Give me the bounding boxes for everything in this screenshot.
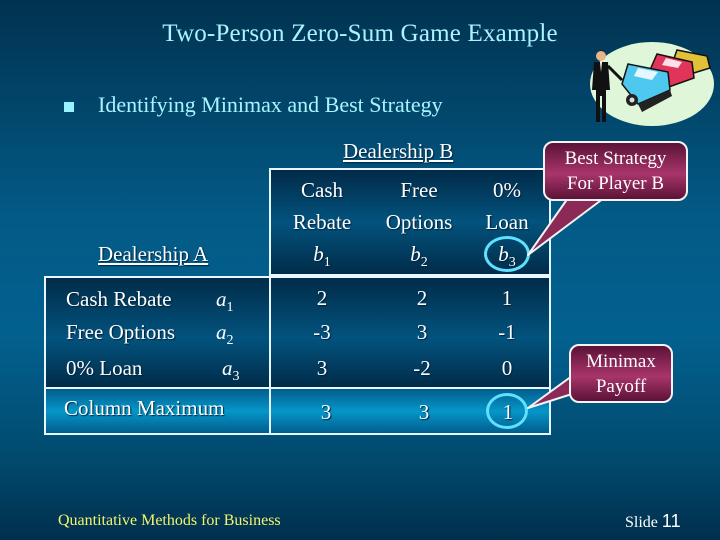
payoff-cell: 3 <box>416 320 428 344</box>
column-max-cell: 3 <box>320 400 332 424</box>
car-dealer-salesman-icon <box>590 42 714 126</box>
column-header-line1: 0% <box>493 178 521 202</box>
column-max-cell: 3 <box>418 400 430 424</box>
minimax-highlight-ring <box>486 393 528 429</box>
payoff-cell: -2 <box>413 356 431 380</box>
row-label-a1: Cash Rebate <box>66 287 172 311</box>
payoff-cell: -3 <box>313 320 331 344</box>
callout-line: Payoff <box>595 375 647 397</box>
column-header-b2: Free Options b2 <box>374 174 464 279</box>
column-max-label: Column Maximum <box>64 396 225 420</box>
callout-line: Best Strategy <box>564 148 667 169</box>
payoff-cell: 2 <box>416 286 428 310</box>
column-header-b1: Cash Rebate b1 <box>277 174 367 279</box>
row-symbol-a3: a3 <box>222 356 240 385</box>
payoff-cell: 3 <box>316 356 328 380</box>
row-label-a2: Free Options <box>66 320 176 344</box>
bullet-square-icon <box>64 102 74 112</box>
column-header-line2: Loan <box>485 210 529 234</box>
payoff-cell: -1 <box>498 320 516 344</box>
column-header-line1: Cash <box>301 178 343 202</box>
payoff-cell: 1 <box>501 286 513 310</box>
best-strategy-highlight-ring <box>484 236 530 272</box>
row-label-a3: 0% Loan <box>66 356 143 380</box>
row-symbol-a2: a2 <box>216 320 234 349</box>
slide-number-value: 11 <box>661 511 681 531</box>
column-header-line2: Options <box>385 210 453 234</box>
callout-line: For Player B <box>566 173 665 194</box>
minimax-callout: Minimax Payoff <box>569 344 673 403</box>
footer-course-title: Quantitative Methods for Business <box>58 512 281 529</box>
best-strategy-callout: Best Strategy For Player B <box>543 141 688 201</box>
payoff-cell: 2 <box>316 286 328 310</box>
bullet-text: Identifying Minimax and Best Strategy <box>98 92 443 117</box>
payoff-cell: 0 <box>501 356 513 380</box>
column-symbol: b2 <box>410 242 428 271</box>
player-a-label: Dealership A <box>98 242 209 266</box>
column-symbol: b1 <box>313 242 331 271</box>
slide-number: Slide 11 <box>625 511 681 532</box>
column-header-line1: Free <box>400 178 438 202</box>
slide-number-label: Slide <box>625 514 658 531</box>
column-header-line2: Rebate <box>292 210 352 234</box>
player-b-label: Dealership B <box>343 139 454 163</box>
callout-line: Minimax <box>586 350 656 372</box>
